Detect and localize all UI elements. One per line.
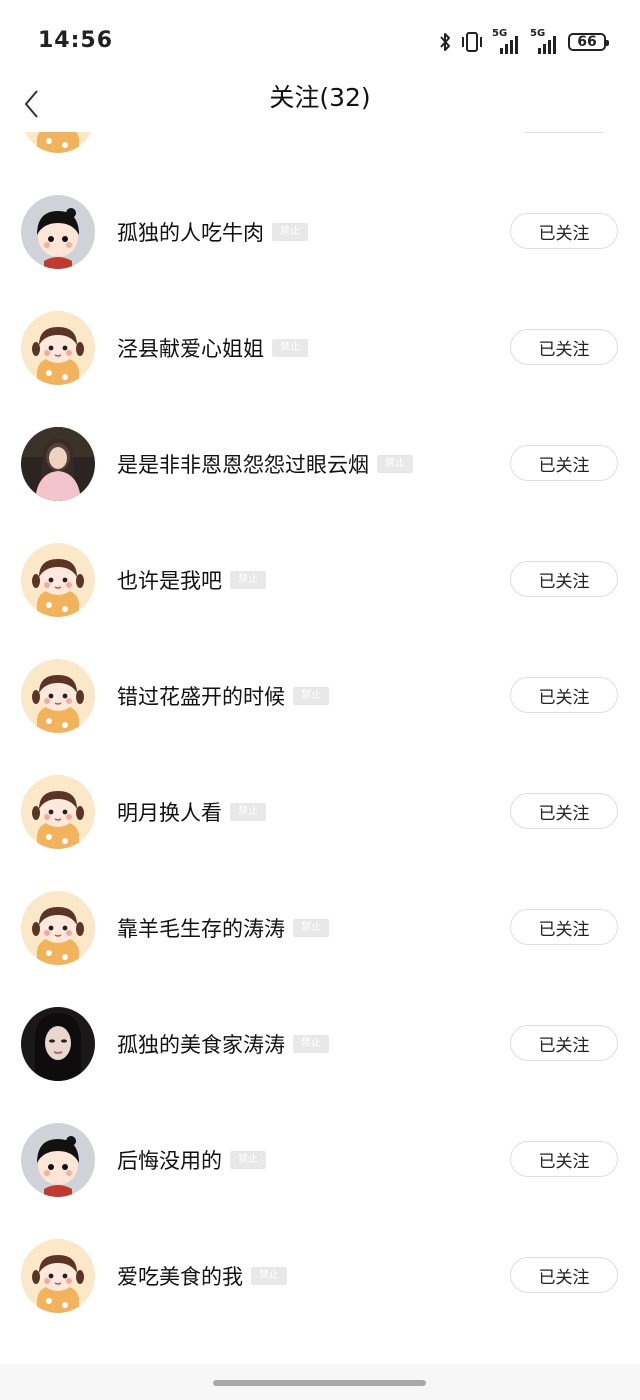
user-name[interactable]: 错过花盛开的时候 — [117, 681, 285, 711]
navigation-bar — [0, 1364, 640, 1400]
vibrate-icon — [462, 32, 482, 52]
user-name-line: 孤独的美食家涛涛 禁止 — [117, 1026, 329, 1062]
status-bar: 14:56 5G 5G 66 — [0, 0, 640, 84]
list-item[interactable]: 是是非非恩恩怨怨过眼云烟 禁止 已关注 — [0, 406, 640, 522]
following-list[interactable]: 不知明的舰行已关注孤独的人吃牛肉禁止已关注泾县献爱心姐姐禁止已关注是是非非恩恩怨… — [0, 132, 640, 1364]
avatar[interactable] — [21, 543, 95, 617]
user-name[interactable]: 也许是我吧 — [117, 565, 222, 595]
avatar[interactable] — [21, 1123, 95, 1197]
user-name[interactable]: 孤独的美食家涛涛 — [117, 1029, 285, 1059]
home-indicator[interactable] — [213, 1380, 426, 1386]
banned-badge: 禁止 — [230, 1151, 266, 1169]
banned-badge: 禁止 — [293, 1035, 329, 1053]
banned-badge: 禁止 — [377, 455, 413, 473]
status-time: 14:56 — [38, 28, 114, 53]
followed-button[interactable]: 已关注 — [510, 793, 618, 829]
user-name-line: 不知明的舰行 — [117, 132, 301, 134]
banned-badge: 禁止 — [230, 571, 266, 589]
avatar[interactable] — [21, 891, 95, 965]
status-icons: 5G 5G 66 — [438, 28, 609, 56]
user-name-line: 明月换人看 禁止 — [117, 794, 266, 830]
user-name[interactable]: 爱吃美食的我 — [117, 1261, 243, 1291]
user-name[interactable]: 泾县献爱心姐姐 — [117, 333, 264, 363]
avatar[interactable] — [21, 659, 95, 733]
followed-button[interactable]: 已关注 — [510, 1025, 618, 1061]
banned-badge: 禁止 — [293, 687, 329, 705]
user-name[interactable]: 靠羊毛生存的涛涛 — [117, 913, 285, 943]
list-item[interactable]: 泾县献爱心姐姐 禁止 已关注 — [0, 290, 640, 406]
avatar[interactable] — [21, 132, 95, 153]
header: 关注(32) — [0, 84, 640, 132]
list-item[interactable]: 错过花盛开的时候 禁止 已关注 — [0, 638, 640, 754]
avatar[interactable] — [21, 1007, 95, 1081]
user-name[interactable]: 明月换人看 — [117, 797, 222, 827]
user-name-line: 靠羊毛生存的涛涛 禁止 — [117, 910, 329, 946]
followed-button[interactable]: 已关注 — [510, 329, 618, 365]
banned-badge: 禁止 — [230, 803, 266, 821]
list-item[interactable]: 靠羊毛生存的涛涛 禁止 已关注 — [0, 870, 640, 986]
user-name-line: 泾县献爱心姐姐 禁止 — [117, 330, 308, 366]
avatar[interactable] — [21, 311, 95, 385]
followed-button[interactable]: 已关注 — [510, 213, 618, 249]
followed-button[interactable]: 已关注 — [510, 445, 618, 481]
list-item[interactable]: 不知明的舰行 已关注 — [0, 132, 640, 174]
banned-badge: 禁止 — [272, 339, 308, 357]
bluetooth-icon — [440, 33, 450, 51]
user-name-line: 也许是我吧 禁止 — [117, 562, 266, 598]
followed-button[interactable]: 已关注 — [510, 561, 618, 597]
page-title: 关注(32) — [269, 83, 371, 112]
followed-button[interactable]: 已关注 — [510, 1141, 618, 1177]
list-item[interactable]: 也许是我吧 禁止 已关注 — [0, 522, 640, 638]
user-name-line: 孤独的人吃牛肉 禁止 — [117, 214, 308, 250]
user-name-line: 爱吃美食的我 禁止 — [117, 1258, 287, 1294]
user-name-line: 是是非非恩恩怨怨过眼云烟 禁止 — [117, 446, 413, 482]
list-item[interactable]: 孤独的美食家涛涛 禁止 已关注 — [0, 986, 640, 1102]
avatar[interactable] — [21, 427, 95, 501]
list-item[interactable]: 孤独的人吃牛肉 禁止 已关注 — [0, 174, 640, 290]
list-item[interactable]: 后悔没用的 禁止 已关注 — [0, 1102, 640, 1218]
followed-button[interactable]: 已关注 — [510, 677, 618, 713]
avatar[interactable] — [21, 775, 95, 849]
user-name-line: 后悔没用的 禁止 — [117, 1142, 266, 1178]
banned-badge: 禁止 — [293, 919, 329, 937]
list-item[interactable]: 爱吃美食的我 禁止 已关注 — [0, 1218, 640, 1334]
signal-5g-icon: 5G — [492, 28, 522, 54]
user-name[interactable]: 是是非非恩恩怨怨过眼云烟 — [117, 449, 369, 479]
banned-badge: 禁止 — [272, 223, 308, 241]
list-item[interactable]: 明月换人看 禁止 已关注 — [0, 754, 640, 870]
banned-badge: 禁止 — [251, 1267, 287, 1285]
followed-button[interactable]: 已关注 — [510, 1257, 618, 1293]
avatar[interactable] — [21, 195, 95, 269]
followed-button[interactable]: 已关注 — [510, 132, 618, 133]
battery-icon: 66 — [568, 33, 609, 51]
followed-button[interactable]: 已关注 — [510, 909, 618, 945]
user-name[interactable]: 孤独的人吃牛肉 — [117, 217, 264, 247]
avatar[interactable] — [21, 1239, 95, 1313]
battery-level: 66 — [577, 34, 597, 50]
user-name[interactable]: 后悔没用的 — [117, 1145, 222, 1175]
user-name-line: 错过花盛开的时候 禁止 — [117, 678, 329, 714]
signal-5g-icon: 5G — [530, 28, 560, 54]
